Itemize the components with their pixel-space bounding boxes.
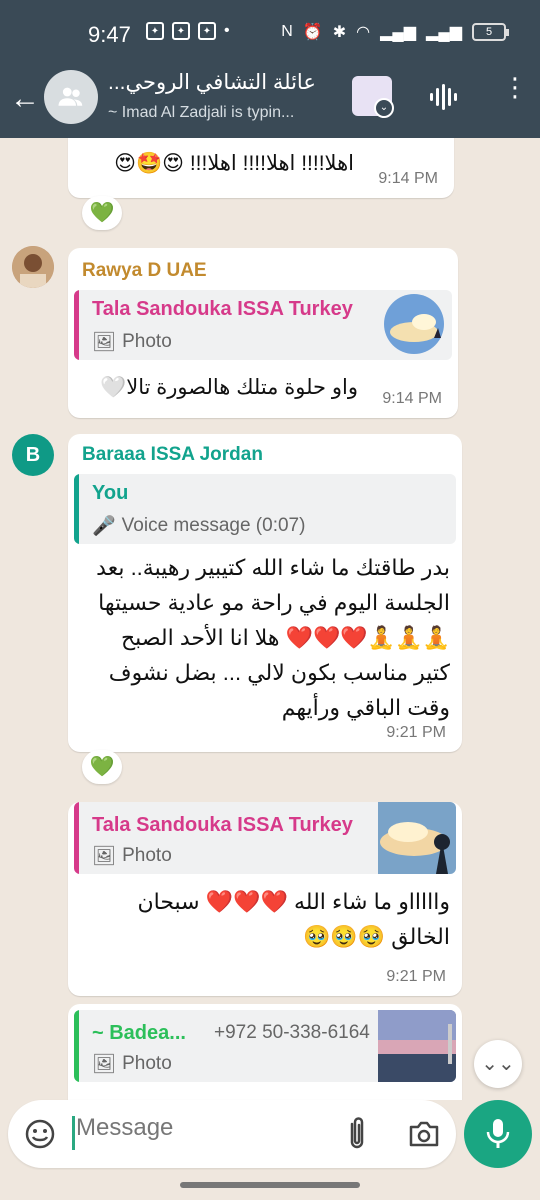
- message-text: اهلا!!!! اهلا!!!! اهلا!!! 😍🤩😍: [114, 152, 354, 175]
- quote-bar: [74, 474, 79, 544]
- attach-icon[interactable]: [342, 1116, 372, 1152]
- message-bubble[interactable]: ~ Badea... +972 50-338-6164 🖼 Photo: [68, 1004, 462, 1100]
- microphone-button[interactable]: [464, 1100, 532, 1168]
- back-arrow-icon[interactable]: ←: [10, 82, 40, 116]
- quoted-sender: You: [92, 482, 129, 504]
- home-gesture-pill[interactable]: [180, 1182, 360, 1188]
- microphone-icon: 🎤: [92, 516, 116, 537]
- battery-icon: 5: [472, 23, 509, 41]
- reaction-heart[interactable]: 💚: [82, 750, 122, 784]
- quoted-sender: ~ Badea...: [92, 1022, 186, 1044]
- text-caret: [72, 1116, 75, 1150]
- quote-bar: [74, 290, 79, 360]
- photo-thumbnail: [378, 802, 456, 874]
- quoted-message[interactable]: Tala Sandouka ISSA Turkey 🖼 Photo: [74, 290, 452, 360]
- message-time: 9:14 PM: [382, 390, 442, 407]
- quoted-message[interactable]: ~ Badea... +972 50-338-6164 🖼 Photo: [74, 1010, 456, 1082]
- photo-thumbnail: [384, 294, 444, 354]
- dot-icon: •: [224, 22, 230, 39]
- quoted-phone: +972 50-338-6164: [214, 1022, 370, 1043]
- group-avatar[interactable]: [44, 70, 98, 124]
- message-input[interactable]: [76, 1114, 326, 1142]
- message-text: بدر طاقتك ما شاء الله كتيبير رهيبة.. بعد…: [96, 555, 450, 720]
- quoted-type: 🖼 Photo: [92, 1052, 172, 1076]
- alarm-icon: ⏰: [302, 24, 323, 41]
- notification-icons: ✦ ✦ ✦ •: [146, 22, 230, 40]
- wifi-icon: ◠: [356, 24, 371, 41]
- app-notification-icon: ✦: [198, 22, 216, 40]
- scroll-to-bottom-button[interactable]: ⌄⌄: [474, 1040, 522, 1088]
- reaction-heart[interactable]: 💚: [82, 196, 122, 230]
- photo-icon: 🖼: [92, 846, 117, 867]
- message-bubble[interactable]: Tala Sandouka ISSA Turkey 🖼 Photo وااااا…: [68, 802, 462, 996]
- message-time: 9:21 PM: [386, 724, 446, 741]
- avatar[interactable]: B: [12, 434, 54, 476]
- quoted-message[interactable]: You 🎤 Voice message (0:07): [74, 474, 456, 544]
- quote-bar: [74, 802, 79, 874]
- nfc-icon: N: [281, 23, 293, 40]
- quoted-type: 🖼 Photo: [92, 844, 172, 868]
- message-time: 9:14 PM: [378, 170, 438, 187]
- status-bar: 9:47 ✦ ✦ ✦ • N ⏰ ✱ ◠ ▂▄▆ ▂▄▆ 5: [0, 0, 540, 68]
- app-notification-icon: ✦: [172, 22, 190, 40]
- chat-title[interactable]: عائلة التشافي الروحي...: [108, 70, 328, 95]
- quoted-message[interactable]: Tala Sandouka ISSA Turkey 🖼 Photo: [74, 802, 456, 874]
- message-bubble[interactable]: Baraaa ISSA Jordan You 🎤 Voice message (…: [68, 434, 462, 752]
- photo-thumbnail: [378, 1010, 456, 1082]
- signal-icon: ▂▄▆: [426, 24, 462, 41]
- quoted-type-label: Voice message (0:07): [121, 515, 306, 536]
- group-icon: [58, 87, 83, 106]
- quoted-type-label: Photo: [122, 845, 172, 866]
- message-composer: [8, 1100, 456, 1168]
- microphone-icon: [486, 1119, 510, 1148]
- typing-indicator: ~ Imad Al Zadjali is typin...: [108, 104, 295, 121]
- system-icons: N ⏰ ✱ ◠ ▂▄▆ ▂▄▆ 5: [281, 22, 509, 42]
- message-bubble[interactable]: Rawya D UAE Tala Sandouka ISSA Turkey 🖼 …: [68, 248, 458, 418]
- message-bubble[interactable]: اهلا!!!! اهلا!!!! اهلا!!! 😍🤩😍 9:14 PM: [68, 138, 454, 198]
- system-nav-bar: [0, 1170, 540, 1200]
- message-time: 9:21 PM: [386, 968, 446, 985]
- app-notification-icon: ✦: [146, 22, 164, 40]
- quoted-type: 🎤 Voice message (0:07): [92, 514, 305, 538]
- chevron-down-icon: ⌄: [374, 98, 394, 118]
- photo-icon: 🖼: [92, 1054, 117, 1075]
- message-text: واااااو ما شاء الله ❤️❤️❤️ سبحان الخالق …: [137, 889, 450, 949]
- emoji-icon[interactable]: [24, 1118, 56, 1150]
- photo-icon: 🖼: [92, 332, 117, 353]
- quoted-type: 🖼 Photo: [92, 330, 172, 354]
- bluetooth-icon: ✱: [332, 24, 347, 41]
- signal-icon: ▂▄▆: [380, 24, 417, 41]
- quoted-sender: Tala Sandouka ISSA Turkey: [92, 298, 353, 320]
- quoted-sender: Tala Sandouka ISSA Turkey: [92, 814, 353, 836]
- double-chevron-down-icon: ⌄⌄: [481, 1053, 515, 1075]
- more-options-icon[interactable]: ⋮: [502, 74, 528, 100]
- status-time: 9:47: [88, 22, 131, 47]
- quote-bar: [74, 1010, 79, 1082]
- sender-name: Baraaa ISSA Jordan: [82, 444, 263, 465]
- quoted-type-label: Photo: [122, 331, 172, 352]
- chat-header: ← عائلة التشافي الروحي... ~ Imad Al Zadj…: [0, 68, 540, 138]
- camera-icon[interactable]: [408, 1120, 440, 1148]
- voice-call-icon[interactable]: [428, 82, 458, 112]
- chat-area[interactable]: اهلا!!!! اهلا!!!! اهلا!!! 😍🤩😍 9:14 PM 💚 …: [0, 138, 540, 1100]
- avatar[interactable]: [12, 246, 54, 288]
- message-text: واو حلوة متلك هالصورة تالا🤍: [100, 376, 358, 399]
- sender-name: Rawya D UAE: [82, 260, 207, 281]
- quoted-type-label: Photo: [122, 1053, 172, 1074]
